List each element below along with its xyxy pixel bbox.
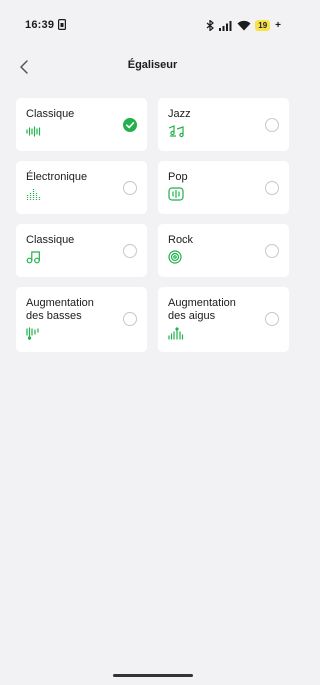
radio-selected[interactable] <box>123 118 137 132</box>
status-time: 16:39 <box>25 19 55 31</box>
equalizer-presets: Classique Jazz Électronique Pop Classiqu… <box>16 98 289 352</box>
radio-button[interactable] <box>123 312 137 326</box>
page-title: Égaliseur <box>127 59 178 71</box>
header: Égaliseur <box>0 50 305 82</box>
home-indicator[interactable] <box>113 674 193 677</box>
music-notes-icon <box>168 125 184 138</box>
treble-boost-icon <box>168 327 184 340</box>
preset-card[interactable]: Classique <box>16 98 147 151</box>
wifi-icon <box>237 20 251 30</box>
preset-card[interactable]: Pop <box>158 161 289 214</box>
battery-level: 19 <box>258 20 268 30</box>
preset-label: Rock <box>168 234 194 246</box>
preset-card[interactable]: Classique <box>16 224 147 277</box>
radio-button[interactable] <box>265 312 279 326</box>
preset-label: Augmentation des aigus <box>168 297 236 322</box>
preset-label: Électronique <box>26 171 88 183</box>
equalizer-bars-icon <box>26 189 41 200</box>
waveform-box-icon <box>168 187 184 201</box>
waveform-icon <box>26 126 41 137</box>
preset-card[interactable]: Augmentation des basses <box>16 287 147 352</box>
music-note-icon <box>26 251 40 264</box>
status-icons: 19 + <box>206 19 281 31</box>
radio-button[interactable] <box>123 181 137 195</box>
preset-label: Augmentation des basses <box>26 297 94 322</box>
preset-label: Pop <box>168 171 188 183</box>
signal-icon <box>219 20 232 31</box>
radio-button[interactable] <box>265 181 279 195</box>
preset-label: Classique <box>26 108 75 120</box>
preset-label: Classique <box>26 234 75 246</box>
radio-button[interactable] <box>265 244 279 258</box>
charging-icon: + <box>275 19 281 31</box>
sim-card-icon <box>58 19 66 30</box>
radio-button[interactable] <box>265 118 279 132</box>
status-bar: 16:39 19 + <box>0 0 305 50</box>
checkmark-icon <box>126 122 135 129</box>
preset-label: Jazz <box>168 108 191 120</box>
preset-card[interactable]: Électronique <box>16 161 147 214</box>
preset-card[interactable]: Rock <box>158 224 289 277</box>
preset-card[interactable]: Augmentation des aigus <box>158 287 289 352</box>
battery-icon: 19 <box>255 19 271 31</box>
vinyl-disc-icon <box>168 250 182 264</box>
radio-button[interactable] <box>123 244 137 258</box>
bluetooth-icon <box>206 19 215 31</box>
bass-boost-icon <box>26 327 39 340</box>
preset-card[interactable]: Jazz <box>158 98 289 151</box>
